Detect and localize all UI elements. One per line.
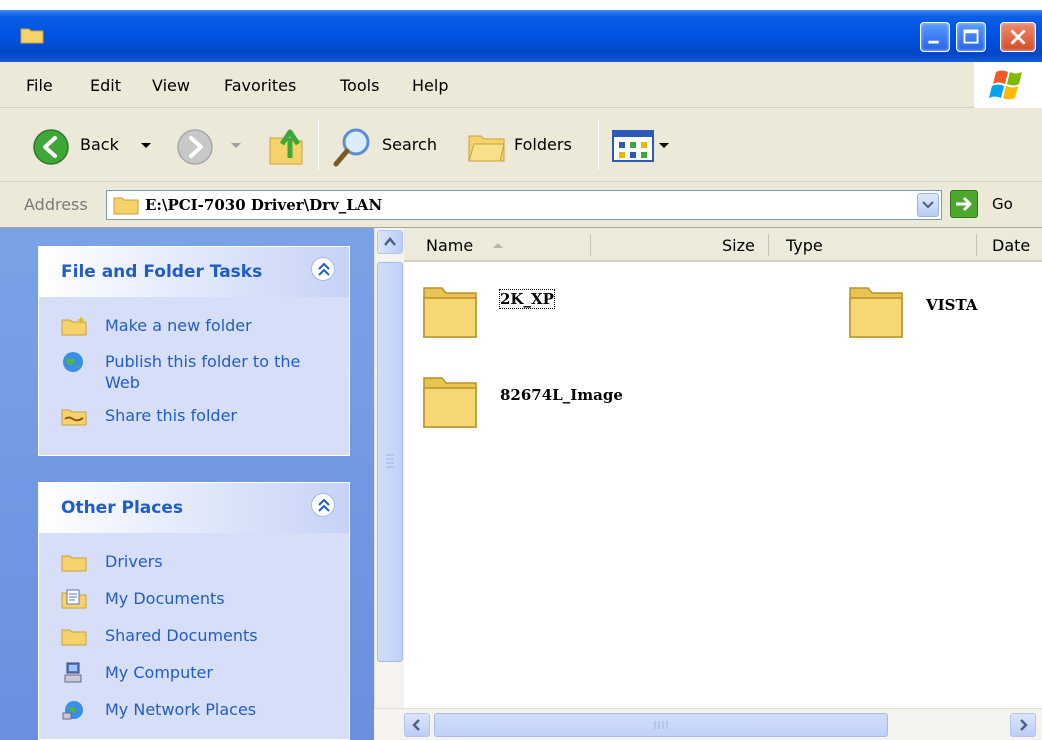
toolbar-separator	[318, 120, 319, 170]
folder-item-vista[interactable]: VISTA	[848, 280, 977, 346]
menu-help[interactable]: Help	[412, 76, 448, 95]
globe-icon	[63, 352, 83, 372]
folder-icon	[61, 555, 87, 572]
go-label[interactable]: Go	[992, 195, 1013, 213]
folder-label[interactable]: VISTA	[926, 296, 977, 314]
folder-icon	[423, 287, 477, 338]
file-list[interactable]: Name Size Type Date 2K_XP VISTA 82674L_I…	[404, 228, 1042, 740]
chevron-down-icon	[922, 201, 934, 209]
column-type[interactable]: Type	[786, 236, 823, 255]
collapse-button[interactable]	[311, 493, 335, 517]
chevron-up-icon	[318, 498, 330, 512]
menu-view[interactable]: View	[152, 76, 190, 95]
scroll-up-button[interactable]	[377, 230, 403, 254]
chevron-left-icon	[412, 719, 420, 731]
folder-item-2k-xp[interactable]: 2K_XP	[422, 280, 555, 346]
grip-icon	[654, 721, 668, 729]
folder-icon	[849, 287, 903, 338]
folder-item-82674l-image[interactable]: 82674L_Image	[422, 370, 623, 436]
new-folder-icon	[61, 316, 87, 336]
column-name[interactable]: Name	[426, 236, 473, 255]
scroll-right-button[interactable]	[1010, 713, 1036, 737]
folder-label[interactable]: 82674L_Image	[500, 386, 623, 404]
address-bar: Address E:\PCI-7030 Driver\Drv_LAN Go	[0, 182, 1042, 228]
folder-icon	[113, 197, 139, 215]
title-bar	[0, 0, 1042, 62]
address-field[interactable]: E:\PCI-7030 Driver\Drv_LAN	[106, 190, 942, 220]
file-folder-tasks-panel: File and Folder Tasks Make a new folder …	[38, 246, 350, 456]
forward-dropdown-icon[interactable]	[230, 142, 242, 150]
panel-header[interactable]: File and Folder Tasks	[39, 247, 349, 297]
horizontal-scrollbar[interactable]	[374, 708, 1042, 740]
my-documents-icon	[61, 589, 87, 609]
panel-header[interactable]: Other Places	[39, 483, 349, 533]
folder-icon	[20, 28, 44, 44]
folder-label[interactable]: 2K_XP	[499, 289, 555, 309]
search-icon[interactable]	[330, 126, 374, 170]
column-separator[interactable]	[590, 234, 591, 256]
folders-button[interactable]: Folders	[514, 135, 572, 154]
toolbar-separator	[598, 120, 599, 170]
toolbar: Back Search Folders	[0, 108, 1042, 182]
back-arrow-icon[interactable]	[32, 128, 70, 166]
menu-bar: File Edit View Favorites Tools Help	[0, 62, 1042, 108]
my-computer-icon	[64, 662, 82, 683]
close-button[interactable]	[1000, 22, 1036, 52]
address-dropdown[interactable]	[917, 193, 939, 217]
folder-icon	[423, 377, 477, 428]
task-pane: File and Folder Tasks Make a new folder …	[0, 228, 374, 740]
back-dropdown-icon[interactable]	[140, 142, 152, 150]
chevron-up-icon	[384, 237, 396, 246]
menu-edit[interactable]: Edit	[90, 76, 121, 95]
scroll-left-button[interactable]	[404, 713, 430, 737]
search-button[interactable]: Search	[382, 135, 437, 154]
column-date[interactable]: Date	[992, 236, 1030, 255]
collapse-button[interactable]	[311, 257, 335, 281]
go-button[interactable]	[950, 190, 978, 218]
folders-icon[interactable]	[466, 128, 508, 166]
file-folder-tasks-title: File and Folder Tasks	[61, 262, 263, 282]
folder-icon	[61, 629, 87, 646]
column-size[interactable]: Size	[722, 236, 755, 255]
other-places-panel: Other Places Drivers My Documents Shared…	[38, 482, 350, 740]
go-arrow-icon	[956, 196, 972, 212]
column-separator[interactable]	[976, 234, 977, 256]
scroll-thumb[interactable]	[434, 713, 888, 737]
scroll-thumb[interactable]	[377, 262, 403, 662]
vertical-scrollbar[interactable]	[374, 228, 404, 740]
menu-tools[interactable]: Tools	[340, 76, 379, 95]
back-button[interactable]: Back	[80, 135, 119, 154]
column-separator[interactable]	[768, 234, 769, 256]
menu-file[interactable]: File	[26, 76, 53, 95]
menu-favorites[interactable]: Favorites	[224, 76, 296, 95]
other-places-title: Other Places	[61, 498, 183, 518]
maximize-button[interactable]	[956, 22, 986, 52]
network-places-icon	[62, 701, 83, 720]
share-folder-icon	[61, 409, 87, 426]
up-folder-icon[interactable]	[266, 124, 306, 168]
address-label: Address	[24, 195, 88, 214]
sort-ascending-icon	[493, 243, 503, 248]
minimize-button[interactable]	[920, 22, 950, 52]
windows-logo-icon	[974, 62, 1042, 108]
grip-icon	[386, 454, 394, 468]
views-icon[interactable]	[612, 130, 672, 162]
column-header: Name Size Type Date	[404, 228, 1042, 262]
chevron-up-icon	[318, 262, 330, 276]
chevron-right-icon	[1020, 719, 1028, 731]
address-path: E:\PCI-7030 Driver\Drv_LAN	[145, 196, 383, 214]
forward-arrow-icon[interactable]	[176, 128, 214, 166]
